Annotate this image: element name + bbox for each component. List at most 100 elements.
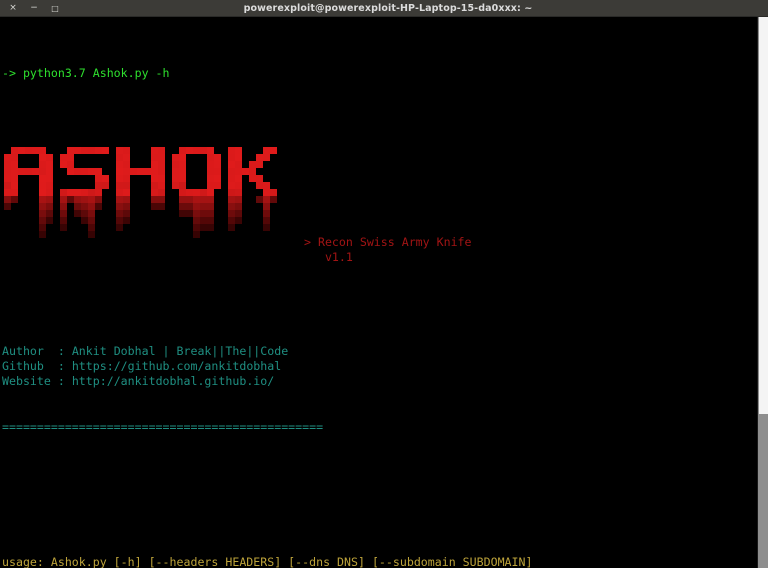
maximize-icon[interactable]: □ bbox=[50, 4, 60, 13]
logo-pixel bbox=[39, 160, 46, 168]
logo-pixel bbox=[249, 154, 256, 161]
close-icon[interactable]: × bbox=[8, 3, 18, 13]
logo-drip-pixel bbox=[67, 203, 74, 210]
logo-pixel bbox=[179, 167, 186, 175]
logo-drip-pixel bbox=[186, 231, 193, 238]
logo-pixel bbox=[172, 147, 179, 154]
logo-pixel bbox=[179, 160, 186, 168]
logo-pixel bbox=[172, 189, 179, 196]
logo-pixel bbox=[186, 168, 193, 175]
logo-pixel bbox=[18, 161, 25, 168]
logo-drip-pixel bbox=[165, 231, 172, 238]
logo-drip-pixel bbox=[256, 210, 263, 217]
logo-pixel bbox=[270, 188, 277, 196]
logo-drip-pixel bbox=[235, 209, 242, 217]
logo-pixel bbox=[67, 153, 74, 161]
logo-drip-pixel bbox=[60, 223, 67, 231]
logo-drip-pixel bbox=[60, 231, 67, 238]
logo-drip-pixel bbox=[74, 202, 81, 210]
logo-drip-pixel bbox=[123, 209, 130, 217]
logo-drip-pixel bbox=[179, 202, 186, 210]
logo-drip-pixel bbox=[32, 210, 39, 217]
logo-drip-pixel bbox=[193, 230, 200, 238]
logo-drip-pixel bbox=[172, 203, 179, 210]
logo-drip-pixel bbox=[11, 203, 18, 210]
logo-drip-pixel bbox=[256, 231, 263, 238]
logo-pixel bbox=[249, 189, 256, 196]
logo-pixel bbox=[81, 188, 88, 196]
logo-pixel bbox=[130, 175, 137, 182]
logo-pixel bbox=[81, 167, 88, 175]
logo-pixel bbox=[214, 189, 221, 196]
logo-drip-pixel bbox=[207, 195, 214, 203]
logo-pixel bbox=[67, 182, 74, 189]
logo-drip-pixel bbox=[25, 196, 32, 203]
info-label: Website : bbox=[2, 374, 72, 389]
logo-drip-pixel bbox=[137, 231, 144, 238]
logo-drip-pixel bbox=[151, 210, 158, 217]
logo-drip-pixel bbox=[235, 195, 242, 203]
logo-drip-pixel bbox=[81, 195, 88, 203]
logo-pixel bbox=[207, 188, 214, 196]
logo-drip-pixel bbox=[95, 195, 102, 203]
logo-pixel bbox=[158, 146, 165, 154]
logo-drip-pixel bbox=[102, 224, 109, 231]
logo-drip-pixel bbox=[200, 202, 207, 210]
terminal-window: × − □ powerexploit@powerexploit-HP-Lapto… bbox=[0, 0, 768, 568]
logo-drip-pixel bbox=[4, 202, 11, 210]
terminal-output[interactable]: -> python3.7 Ashok.py -h > Recon Swiss A… bbox=[0, 17, 768, 568]
logo-drip-pixel bbox=[165, 210, 172, 217]
logo-pixel bbox=[53, 175, 60, 182]
logo-pixel bbox=[123, 153, 130, 161]
logo-pixel bbox=[74, 182, 81, 189]
logo-pixel bbox=[186, 146, 193, 154]
logo-pixel bbox=[11, 181, 18, 189]
logo-drip-pixel bbox=[270, 224, 277, 231]
logo-pixel bbox=[102, 161, 109, 168]
logo-pixel bbox=[228, 153, 235, 161]
logo-pixel bbox=[144, 167, 151, 175]
logo-pixel bbox=[4, 188, 11, 196]
minimize-icon[interactable]: − bbox=[29, 3, 39, 13]
logo-drip-pixel bbox=[102, 203, 109, 210]
logo-pixel bbox=[151, 174, 158, 182]
logo-drip-pixel bbox=[137, 203, 144, 210]
logo-pixel bbox=[130, 154, 137, 161]
logo-drip-pixel bbox=[151, 224, 158, 231]
logo-drip-pixel bbox=[18, 224, 25, 231]
logo-drip-pixel bbox=[207, 209, 214, 217]
logo-pixel bbox=[46, 153, 53, 161]
logo-pixel bbox=[53, 189, 60, 196]
logo-pixel bbox=[102, 168, 109, 175]
logo-pixel bbox=[60, 147, 67, 154]
logo-drip-pixel bbox=[158, 210, 165, 217]
logo-pixel bbox=[109, 189, 116, 196]
logo-drip-pixel bbox=[200, 231, 207, 238]
logo-pixel bbox=[186, 188, 193, 196]
vertical-scrollbar[interactable] bbox=[757, 17, 768, 568]
logo-drip-pixel bbox=[39, 195, 46, 203]
logo-drip-row bbox=[4, 195, 277, 203]
logo-pixel bbox=[81, 182, 88, 189]
logo-drip-pixel bbox=[186, 195, 193, 203]
info-value: https://github.com/ankitdobhal bbox=[71, 359, 282, 374]
logo-pixel bbox=[249, 174, 256, 182]
logo-pixel bbox=[200, 168, 207, 175]
logo-drip-pixel bbox=[74, 224, 81, 231]
logo-pixel bbox=[102, 181, 109, 189]
logo-pixel bbox=[123, 146, 130, 154]
logo-drip-pixel bbox=[130, 217, 137, 224]
logo-pixel bbox=[235, 181, 242, 189]
logo-drip-pixel bbox=[144, 224, 151, 231]
logo-pixel bbox=[95, 188, 102, 196]
logo-pixel bbox=[67, 146, 74, 154]
logo-pixel bbox=[228, 146, 235, 154]
logo-drip-pixel bbox=[46, 202, 53, 210]
logo-pixel bbox=[25, 182, 32, 189]
logo-drip-pixel bbox=[186, 209, 193, 217]
logo-drip-pixel bbox=[74, 195, 81, 203]
scrollbar-thumb[interactable] bbox=[759, 17, 768, 414]
logo-drip-pixel bbox=[109, 224, 116, 231]
logo-pixel bbox=[249, 167, 256, 175]
logo-pixel bbox=[46, 188, 53, 196]
